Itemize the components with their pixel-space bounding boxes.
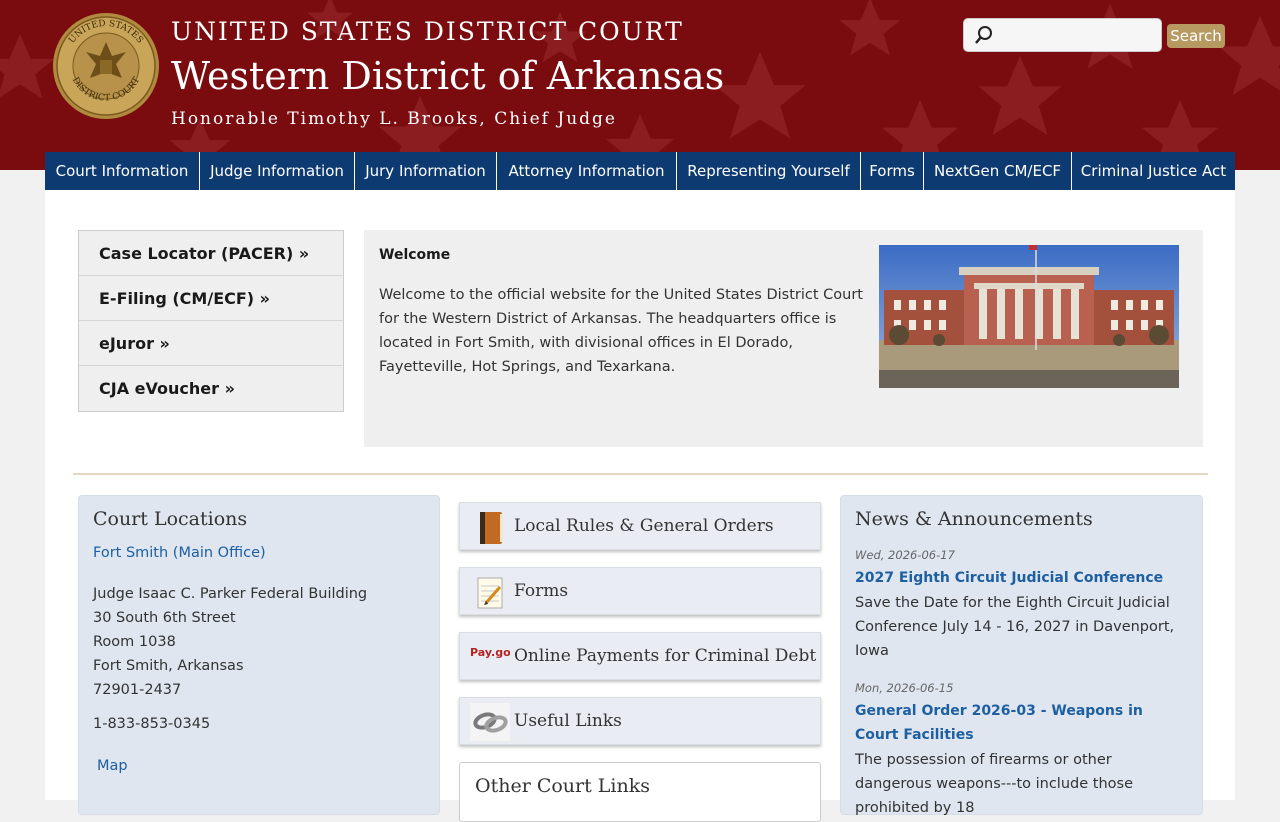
chain-link-icon [470,703,510,741]
address-line: Fort Smith, Arkansas [93,658,244,674]
tile-online-payments[interactable]: Pay.gov Online Payments for Criminal Deb… [459,632,821,680]
tile-label: Useful Links [514,711,622,731]
quick-link-ejuror[interactable]: eJuror » [79,321,343,366]
tile-label: Forms [514,581,569,601]
search-button[interactable]: Search [1167,24,1225,48]
other-court-links-panel: Other Court Links [459,762,821,822]
tile-forms[interactable]: Forms [459,567,821,615]
court-locations-title: Court Locations [93,508,248,530]
notepad-icon [477,577,503,609]
nav-jury-information[interactable]: Jury Information [355,152,497,190]
news-title: News & Announcements [855,508,1093,530]
paygov-logo-text: Pay.gov [470,646,510,659]
tile-label: Online Payments for Criminal Debt [514,646,817,666]
news-headline[interactable]: 2027 Eighth Circuit Judicial Conference [855,566,1190,590]
court-name[interactable]: UNITED STATES DISTRICT COURT [171,16,724,48]
news-body: Save the Date for the Eighth Circuit Jud… [855,595,1175,659]
news-headline[interactable]: General Order 2026-03 - Weapons in Court… [855,699,1190,747]
court-seal-logo: UNITED STATES DISTRICT COURT [53,13,159,119]
site-header: UNITED STATES DISTRICT COURT UNITED STAT… [0,0,1280,170]
address-line: 72901-2437 [93,682,182,698]
quick-link-cja-evoucher[interactable]: CJA eVoucher » [79,366,343,411]
welcome-text: Welcome to the official website for the … [379,287,863,375]
district-name[interactable]: Western District of Arkansas [171,50,724,102]
tile-label: Local Rules & General Orders [514,516,774,536]
search-icon [974,25,994,49]
nav-forms[interactable]: Forms [861,152,924,190]
office-address: Judge Isaac C. Parker Federal Building 3… [93,582,367,702]
welcome-heading: Welcome [379,247,451,263]
courthouse-photo [879,245,1179,388]
nav-representing-yourself[interactable]: Representing Yourself [677,152,861,190]
section-divider [73,473,1208,475]
chief-judge: Honorable Timothy L. Brooks, Chief Judge [171,109,617,129]
news-body: The possession of firearms or other dang… [855,752,1133,816]
site-titles: UNITED STATES DISTRICT COURT Western Dis… [171,16,724,132]
quick-link-efiling[interactable]: E-Filing (CM/ECF) » [79,276,343,321]
address-line: 30 South 6th Street [93,610,236,626]
nav-criminal-justice-act[interactable]: Criminal Justice Act [1072,152,1235,190]
news-panel: News & Announcements Wed, 2026-06-17 202… [840,495,1203,816]
book-icon [480,512,503,544]
search-box[interactable] [963,18,1162,52]
search-input[interactable] [998,23,1158,49]
address-line: Judge Isaac C. Parker Federal Building [93,586,368,602]
office-link[interactable]: Fort Smith (Main Office) [93,545,266,561]
news-date: Mon, 2026-06-15 [855,681,954,695]
welcome-panel: Welcome Welcome to the official website … [364,230,1203,447]
nav-nextgen-cmecf[interactable]: NextGen CM/ECF [924,152,1072,190]
nav-judge-information[interactable]: Judge Information [200,152,355,190]
nav-attorney-information[interactable]: Attorney Information [497,152,677,190]
main-nav: Court Information Judge Information Jury… [45,152,1235,190]
map-link[interactable]: Map [97,758,128,774]
court-locations-panel: Court Locations Fort Smith (Main Office)… [78,495,440,815]
tile-useful-links[interactable]: Useful Links [459,697,821,745]
news-date: Wed, 2026-06-17 [855,548,955,562]
quick-links: Case Locator (PACER) » E-Filing (CM/ECF)… [78,230,344,412]
nav-court-information[interactable]: Court Information [45,152,200,190]
quick-link-pacer[interactable]: Case Locator (PACER) » [79,231,343,276]
office-phone: 1-833-853-0345 [93,716,211,732]
other-court-links-title: Other Court Links [475,775,650,797]
address-line: Room 1038 [93,634,176,650]
tile-local-rules[interactable]: Local Rules & General Orders [459,502,821,550]
paygov-logo: Pay.gov [470,646,510,659]
